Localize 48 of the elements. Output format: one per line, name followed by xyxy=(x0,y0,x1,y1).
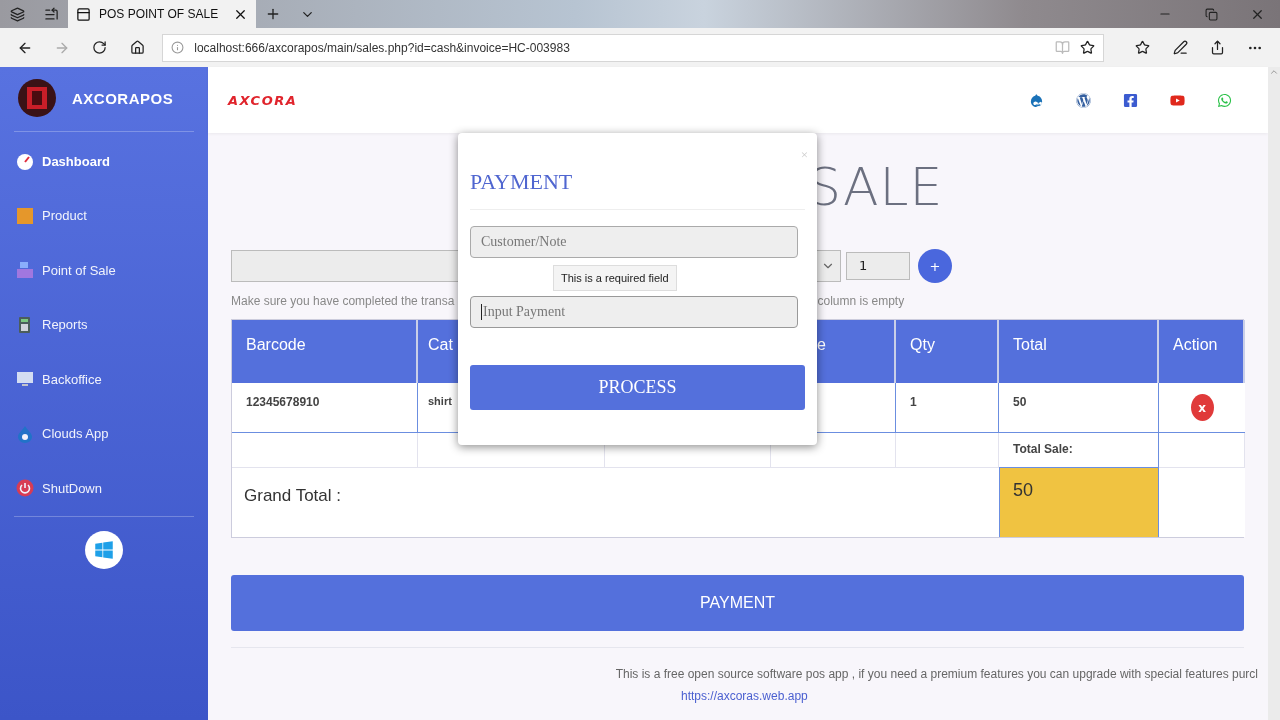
table-cell: 1 xyxy=(896,383,999,433)
quantity-field[interactable]: 1 xyxy=(846,252,910,280)
sidebar-item[interactable]: Product xyxy=(14,188,194,243)
add-button[interactable]: + xyxy=(918,249,952,283)
box-icon xyxy=(16,206,34,225)
input-field[interactable]: Customer/Note xyxy=(470,226,798,258)
payment-button[interactable]: PAYMENT xyxy=(231,575,1244,631)
cash-register-icon xyxy=(16,261,34,280)
column-header: Qty xyxy=(896,320,999,383)
sidebar-item[interactable]: Backoffice xyxy=(14,352,194,407)
tab-page-icon xyxy=(76,6,91,22)
address-bar[interactable]: localhost:666/axcorapos/main/sales.php?id=cash&invoice=HC-003983 xyxy=(162,33,1104,62)
windows-icon[interactable] xyxy=(85,530,123,569)
table-cell: Total Sale: xyxy=(999,433,1159,468)
table-cell: 12345678910 xyxy=(232,383,418,433)
column-header: Barcode xyxy=(232,320,418,383)
logo-icon xyxy=(18,79,56,117)
wordpress-icon[interactable] xyxy=(1076,92,1091,108)
delete-button[interactable]: x xyxy=(1190,394,1214,421)
hint-text: column is empty xyxy=(817,294,905,308)
sidebar-item[interactable]: Point of Sale xyxy=(14,243,194,298)
dialog-title: PAYMENT xyxy=(470,169,573,194)
header-logo: AXCORA xyxy=(228,92,298,108)
drop-icon[interactable] xyxy=(1029,92,1044,108)
column-header: Total xyxy=(999,320,1159,383)
drop-icon xyxy=(16,424,34,443)
browser-tab[interactable]: POS POINT OF SALE xyxy=(68,0,256,28)
monitor-icon xyxy=(16,370,34,389)
table-cell: 50 xyxy=(999,383,1159,433)
product-select[interactable] xyxy=(815,250,841,282)
column-header: Action xyxy=(1159,320,1245,383)
brand-name: AXCORAPOS xyxy=(72,89,174,107)
facebook-icon[interactable] xyxy=(1123,92,1138,108)
scrollbar[interactable] xyxy=(1268,67,1280,720)
footer-text: This is a free open source software pos app , if you need a premium features you can upgrade with special features purcl xyxy=(615,667,1258,681)
sidebar-item[interactable]: Reports xyxy=(14,297,194,352)
hint-text: Make sure you have completed the transa xyxy=(231,294,455,308)
sidebar-item[interactable]: Dashboard xyxy=(14,134,194,189)
sidebar-item[interactable]: Clouds App xyxy=(14,406,194,461)
footer-link[interactable]: https://axcoras.web.app xyxy=(681,689,808,703)
process-button[interactable]: PROCESS xyxy=(470,365,805,410)
grand-total-label: Grand Total : xyxy=(232,468,999,537)
tooltip: This is a required field xyxy=(553,265,677,291)
power-icon xyxy=(16,479,34,498)
speedometer-icon xyxy=(16,152,34,171)
grand-total-value: 50 xyxy=(999,468,1159,537)
sidebar-item[interactable]: ShutDown xyxy=(14,461,194,516)
input-field[interactable]: Input Payment xyxy=(470,296,798,328)
